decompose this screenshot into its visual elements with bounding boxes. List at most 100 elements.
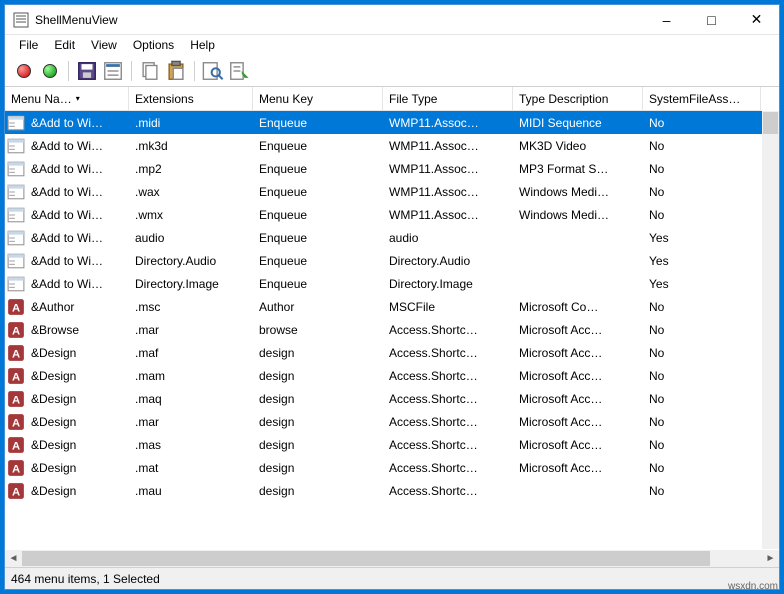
cell: design bbox=[253, 415, 383, 429]
cell: &Design bbox=[25, 461, 129, 475]
cell: .mat bbox=[129, 461, 253, 475]
cell: .mar bbox=[129, 415, 253, 429]
cell: &Add to Wi… bbox=[25, 277, 129, 291]
table-row[interactable]: &Add to Wi…Directory.AudioEnqueueDirecto… bbox=[5, 249, 779, 272]
cell: No bbox=[643, 185, 761, 199]
table-row[interactable]: A&Design.mamdesignAccess.Shortc…Microsof… bbox=[5, 364, 779, 387]
column-header-5[interactable]: SystemFileAss… bbox=[643, 87, 761, 111]
table-row[interactable]: &Add to Wi…audioEnqueueaudioYes bbox=[5, 226, 779, 249]
cell: design bbox=[253, 484, 383, 498]
table-row[interactable]: &Add to Wi….mk3dEnqueueWMP11.Assoc…MK3D … bbox=[5, 134, 779, 157]
cell: design bbox=[253, 369, 383, 383]
properties-button[interactable] bbox=[102, 60, 124, 82]
disable-button[interactable] bbox=[13, 60, 35, 82]
access-icon: A bbox=[7, 459, 25, 477]
cell: No bbox=[643, 392, 761, 406]
find-button[interactable] bbox=[202, 60, 224, 82]
access-icon: A bbox=[7, 482, 25, 500]
green-dot-icon bbox=[43, 64, 57, 78]
menu-icon bbox=[7, 229, 25, 247]
column-header-2[interactable]: Menu Key bbox=[253, 87, 383, 111]
copy-button[interactable] bbox=[139, 60, 161, 82]
cell: Enqueue bbox=[253, 208, 383, 222]
table-row[interactable]: A&Design.masdesignAccess.Shortc…Microsof… bbox=[5, 433, 779, 456]
column-header-0[interactable]: Menu Na…▾ bbox=[5, 87, 129, 111]
cell: &Design bbox=[25, 415, 129, 429]
cell: design bbox=[253, 392, 383, 406]
cell: MSCFile bbox=[383, 300, 513, 314]
table-row[interactable]: A&Design.maudesignAccess.Shortc…No bbox=[5, 479, 779, 502]
app-window: ShellMenuView – □ ✕ FileEditViewOptionsH… bbox=[4, 4, 780, 590]
titlebar[interactable]: ShellMenuView – □ ✕ bbox=[5, 5, 779, 35]
access-icon: A bbox=[7, 413, 25, 431]
menu-icon bbox=[7, 137, 25, 155]
table-row[interactable]: &Add to Wi….wmxEnqueueWMP11.Assoc…Window… bbox=[5, 203, 779, 226]
menu-file[interactable]: File bbox=[11, 36, 46, 54]
menu-icon bbox=[7, 252, 25, 270]
cell: &Add to Wi… bbox=[25, 208, 129, 222]
separator bbox=[68, 61, 69, 81]
horizontal-scrollbar[interactable]: ◄ ► bbox=[5, 550, 779, 567]
table-row[interactable]: A&Author.mscAuthorMSCFileMicrosoft Co…No bbox=[5, 295, 779, 318]
table-row[interactable]: A&Design.mafdesignAccess.Shortc…Microsof… bbox=[5, 341, 779, 364]
table-row[interactable]: A&Design.mardesignAccess.Shortc…Microsof… bbox=[5, 410, 779, 433]
cell: Enqueue bbox=[253, 116, 383, 130]
cell: Microsoft Acc… bbox=[513, 415, 643, 429]
cell: &Browse bbox=[25, 323, 129, 337]
cell: Microsoft Acc… bbox=[513, 438, 643, 452]
scroll-left-button[interactable]: ◄ bbox=[5, 550, 22, 567]
cell: Access.Shortc… bbox=[383, 415, 513, 429]
scroll-thumb[interactable] bbox=[22, 551, 710, 566]
options-button[interactable] bbox=[228, 60, 250, 82]
cell: Yes bbox=[643, 277, 761, 291]
cell: Directory.Image bbox=[129, 277, 253, 291]
menu-help[interactable]: Help bbox=[182, 36, 223, 54]
table-row[interactable]: &Add to Wi…Directory.ImageEnqueueDirecto… bbox=[5, 272, 779, 295]
cell: WMP11.Assoc… bbox=[383, 208, 513, 222]
table-row[interactable]: A&Design.matdesignAccess.Shortc…Microsof… bbox=[5, 456, 779, 479]
close-button[interactable]: ✕ bbox=[734, 5, 779, 34]
cell: &Add to Wi… bbox=[25, 162, 129, 176]
access-icon: A bbox=[7, 436, 25, 454]
maximize-button[interactable]: □ bbox=[689, 5, 734, 34]
svg-text:A: A bbox=[12, 417, 20, 429]
table-row[interactable]: &Add to Wi….midiEnqueueWMP11.Assoc…MIDI … bbox=[5, 111, 779, 134]
menu-edit[interactable]: Edit bbox=[46, 36, 83, 54]
table-row[interactable]: &Add to Wi….mp2EnqueueWMP11.Assoc…MP3 Fo… bbox=[5, 157, 779, 180]
cell: Access.Shortc… bbox=[383, 346, 513, 360]
cell: No bbox=[643, 484, 761, 498]
menu-view[interactable]: View bbox=[83, 36, 125, 54]
cell: &Add to Wi… bbox=[25, 139, 129, 153]
cell: No bbox=[643, 438, 761, 452]
table-row[interactable]: A&Design.maqdesignAccess.Shortc…Microsof… bbox=[5, 387, 779, 410]
cell: &Design bbox=[25, 369, 129, 383]
cell: Microsoft Acc… bbox=[513, 323, 643, 337]
cell: .wmx bbox=[129, 208, 253, 222]
red-dot-icon bbox=[17, 64, 31, 78]
column-header-3[interactable]: File Type bbox=[383, 87, 513, 111]
cell: MP3 Format S… bbox=[513, 162, 643, 176]
enable-button[interactable] bbox=[39, 60, 61, 82]
column-header-1[interactable]: Extensions bbox=[129, 87, 253, 111]
vertical-scrollbar[interactable] bbox=[762, 111, 779, 549]
save-button[interactable] bbox=[76, 60, 98, 82]
cell: Enqueue bbox=[253, 162, 383, 176]
cell: Author bbox=[253, 300, 383, 314]
menu-options[interactable]: Options bbox=[125, 36, 182, 54]
cell: Access.Shortc… bbox=[383, 438, 513, 452]
cell: Directory.Image bbox=[383, 277, 513, 291]
scroll-thumb[interactable] bbox=[763, 112, 778, 134]
table-row[interactable]: &Add to Wi….waxEnqueueWMP11.Assoc…Window… bbox=[5, 180, 779, 203]
cell: No bbox=[643, 461, 761, 475]
menubar: FileEditViewOptionsHelp bbox=[5, 35, 779, 55]
cell: Microsoft Acc… bbox=[513, 461, 643, 475]
cell: WMP11.Assoc… bbox=[383, 185, 513, 199]
scroll-right-button[interactable]: ► bbox=[762, 550, 779, 567]
minimize-button[interactable]: – bbox=[644, 5, 689, 34]
table-row[interactable]: A&Browse.marbrowseAccess.Shortc…Microsof… bbox=[5, 318, 779, 341]
column-header-4[interactable]: Type Description bbox=[513, 87, 643, 111]
access-icon: A bbox=[7, 298, 25, 316]
paste-button[interactable] bbox=[165, 60, 187, 82]
cell: Directory.Audio bbox=[129, 254, 253, 268]
toolbar bbox=[5, 55, 779, 87]
